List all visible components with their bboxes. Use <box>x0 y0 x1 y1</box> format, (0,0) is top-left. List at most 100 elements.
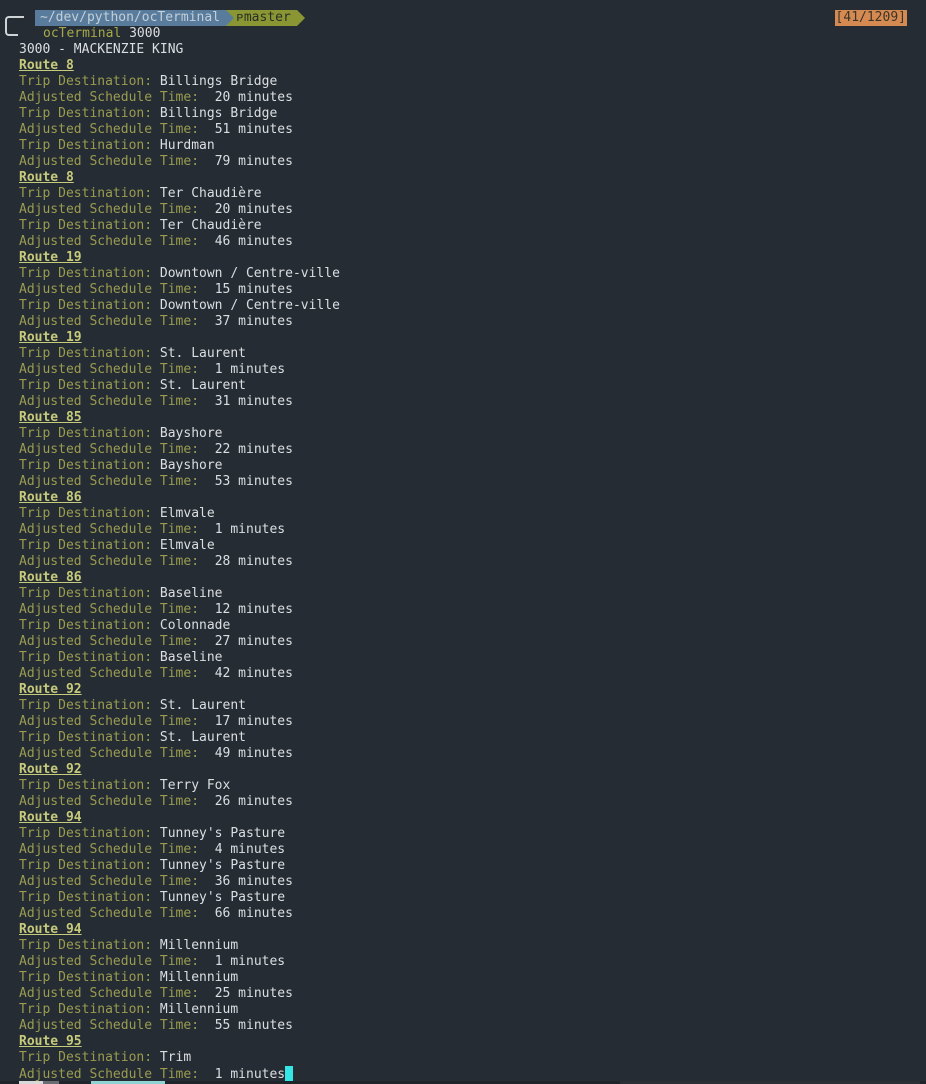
schedule-time-label-suffix: Time: <box>159 554 200 569</box>
schedule-time-line: Adjusted Schedule Time: 26 minutes <box>19 794 926 810</box>
schedule-time-label-suffix: Time: <box>159 234 200 249</box>
trip-destination-label: Trip Destination: <box>19 106 153 121</box>
schedule-time-label: Adjusted Schedule <box>19 442 153 457</box>
command-name: ocTerminal <box>43 26 122 41</box>
trip-destination-value: Tunney's Pasture <box>159 826 286 841</box>
schedule-time-label-suffix: Time: <box>159 954 200 969</box>
trip-destination-label: Trip Destination: <box>19 1002 153 1017</box>
route-number: Route 86 <box>19 570 82 585</box>
route-number: Route 92 <box>19 682 82 697</box>
trip-destination-line: Trip Destination: St. Laurent <box>19 378 926 394</box>
trip-destination-value: Elmvale <box>159 506 215 521</box>
schedule-time-line: Adjusted Schedule Time: 79 minutes <box>19 154 926 170</box>
schedule-time-line: Adjusted Schedule Time: 31 minutes <box>19 394 926 410</box>
schedule-time-value: 46 minutes <box>214 234 293 249</box>
schedule-time-value: 20 minutes <box>214 202 293 217</box>
route-number: Route 19 <box>19 330 82 345</box>
schedule-time-label-suffix: Time: <box>159 122 200 137</box>
prompt-bracket-tick <box>12 34 18 36</box>
schedule-time-value: 25 minutes <box>214 986 293 1001</box>
route-number: Route 8 <box>19 58 74 73</box>
schedule-time-label: Adjusted Schedule <box>19 282 153 297</box>
schedule-time-label: Adjusted Schedule <box>19 362 153 377</box>
trip-destination-label: Trip Destination: <box>19 298 153 313</box>
schedule-time-value: 12 minutes <box>214 602 293 617</box>
trip-destination-label: Trip Destination: <box>19 858 153 873</box>
schedule-time-label: Adjusted Schedule <box>19 794 153 809</box>
schedule-time-line: Adjusted Schedule Time: 49 minutes <box>19 746 926 762</box>
schedule-time-label: Adjusted Schedule <box>19 474 153 489</box>
route-header: Route 8 <box>19 58 926 74</box>
trip-destination-line: Trip Destination: St. Laurent <box>19 346 926 362</box>
trip-destination-value: Downtown / Centre-ville <box>159 266 340 281</box>
trip-destination-value: St. Laurent <box>159 346 246 361</box>
schedule-time-label-suffix: Time: <box>159 362 200 377</box>
trip-destination-line: Trip Destination: St. Laurent <box>19 730 926 746</box>
schedule-time-value: 20 minutes <box>214 90 293 105</box>
route-header: Route 86 <box>19 490 926 506</box>
prompt-bracket-icon <box>5 16 13 36</box>
schedule-time-value: 27 minutes <box>214 634 293 649</box>
trip-destination-label: Trip Destination: <box>19 618 153 633</box>
schedule-time-label-suffix: Time: <box>159 746 200 761</box>
prompt-directory: ~/dev/python/ocTerminal <box>35 10 227 26</box>
trip-destination-value: Tunney's Pasture <box>159 858 286 873</box>
schedule-time-label-suffix: Time: <box>159 282 200 297</box>
trip-destination-line: Trip Destination: Hurdman <box>19 138 926 154</box>
schedule-time-label-suffix: Time: <box>159 842 200 857</box>
trip-destination-line: Trip Destination: Tunney's Pasture <box>19 826 926 842</box>
route-header: Route 94 <box>19 922 926 938</box>
route-header: Route 92 <box>19 762 926 778</box>
command-output: Route 8 Trip Destination: Billings Bridge… <box>19 58 926 1082</box>
trip-destination-value: Millennium <box>159 938 239 953</box>
history-counter: [41/1209] <box>834 10 907 26</box>
route-number: Route 92 <box>19 762 82 777</box>
trip-destination-line: Trip Destination: St. Laurent <box>19 698 926 714</box>
schedule-time-label: Adjusted Schedule <box>19 634 153 649</box>
trip-destination-label: Trip Destination: <box>19 650 153 665</box>
trip-destination-line: Trip Destination: Millennium <box>19 970 926 986</box>
trip-destination-line: Trip Destination: Billings Bridge <box>19 106 926 122</box>
schedule-time-line: Adjusted Schedule Time: 27 minutes <box>19 634 926 650</box>
trip-destination-label: Trip Destination: <box>19 266 153 281</box>
schedule-time-label: Adjusted Schedule <box>19 234 153 249</box>
prompt-line: ~/dev/python/ocTerminal ᴘmaster <box>5 10 926 36</box>
schedule-time-line: Adjusted Schedule Time: 53 minutes <box>19 474 926 490</box>
schedule-time-value: 17 minutes <box>214 714 293 729</box>
trip-destination-value: Baseline <box>159 586 223 601</box>
terminal-window[interactable]: ~/dev/python/ocTerminal ᴘmaster ocTermin… <box>5 10 926 1082</box>
route-number: Route 95 <box>19 1034 82 1049</box>
schedule-time-label: Adjusted Schedule <box>19 394 153 409</box>
schedule-time-line: Adjusted Schedule Time: 22 minutes <box>19 442 926 458</box>
schedule-time-label-suffix: Time: <box>159 986 200 1001</box>
schedule-time-value: 51 minutes <box>214 122 293 137</box>
schedule-time-line: Adjusted Schedule Time: 1 minutes <box>19 954 926 970</box>
schedule-time-line: Adjusted Schedule Time: 36 minutes <box>19 874 926 890</box>
prompt-bracket-tick <box>12 16 24 18</box>
schedule-time-line: Adjusted Schedule Time: 55 minutes <box>19 1018 926 1034</box>
trip-destination-line: Trip Destination: Ter Chaudière <box>19 186 926 202</box>
trip-destination-value: St. Laurent <box>159 378 246 393</box>
trip-destination-label: Trip Destination: <box>19 378 153 393</box>
schedule-time-line: Adjusted Schedule Time: 1 minutes <box>19 522 926 538</box>
route-number: Route 85 <box>19 410 82 425</box>
schedule-time-label: Adjusted Schedule <box>19 154 153 169</box>
route-number: Route 86 <box>19 490 82 505</box>
route-header: Route 19 <box>19 250 926 266</box>
trip-destination-line: Trip Destination: Trim <box>19 1050 926 1066</box>
segment-arrow-icon <box>226 10 235 26</box>
schedule-time-label: Adjusted Schedule <box>19 906 153 921</box>
trip-destination-line: Trip Destination: Baseline <box>19 586 926 602</box>
schedule-time-label-suffix: Time: <box>159 442 200 457</box>
schedule-time-label-suffix: Time: <box>159 906 200 921</box>
trip-destination-line: Trip Destination: Ter Chaudière <box>19 218 926 234</box>
schedule-time-value: 1 minutes <box>214 954 286 969</box>
trip-destination-line: Trip Destination: Millennium <box>19 938 926 954</box>
trip-destination-line: Trip Destination: Downtown / Centre-vill… <box>19 298 926 314</box>
schedule-time-label: Adjusted Schedule <box>19 1018 153 1033</box>
schedule-time-label: Adjusted Schedule <box>19 842 153 857</box>
schedule-time-value: 1 minutes <box>214 522 286 537</box>
schedule-time-label: Adjusted Schedule <box>19 522 153 537</box>
schedule-time-value: 49 minutes <box>214 746 293 761</box>
trip-destination-line: Trip Destination: Baseline <box>19 650 926 666</box>
